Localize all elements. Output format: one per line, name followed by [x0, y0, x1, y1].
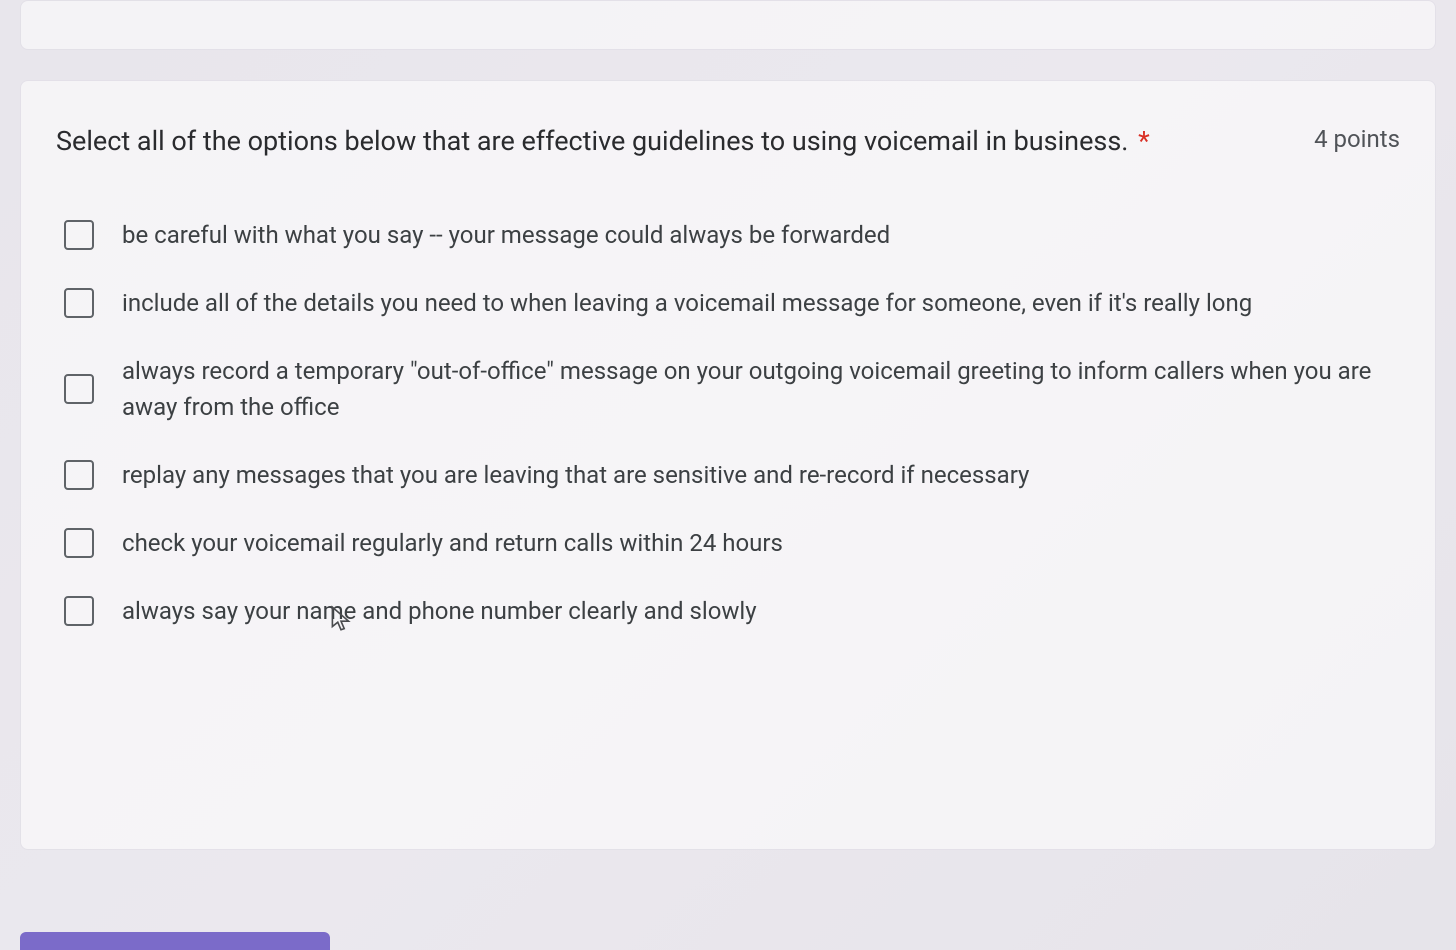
required-indicator: *	[1138, 125, 1150, 157]
option-label: replay any messages that you are leaving…	[122, 457, 1029, 493]
option-label: always record a temporary "out-of-office…	[122, 353, 1400, 425]
option-row[interactable]: replay any messages that you are leaving…	[64, 457, 1400, 493]
checkbox-icon[interactable]	[64, 288, 94, 318]
option-label: be careful with what you say -- your mes…	[122, 217, 890, 253]
checkbox-icon[interactable]	[64, 596, 94, 626]
points-label: 4 points	[1314, 121, 1400, 153]
option-label: always say your name and phone number cl…	[122, 593, 757, 629]
question-prompt: Select all of the options below that are…	[56, 121, 1284, 162]
option-row[interactable]: always record a temporary "out-of-office…	[64, 353, 1400, 425]
card-gap	[0, 50, 1456, 80]
checkbox-icon[interactable]	[64, 528, 94, 558]
footer-accent-bar	[20, 932, 330, 950]
checkbox-icon[interactable]	[64, 374, 94, 404]
checkbox-icon[interactable]	[64, 220, 94, 250]
checkbox-icon[interactable]	[64, 460, 94, 490]
option-row[interactable]: always say your name and phone number cl…	[64, 593, 1400, 629]
option-label: include all of the details you need to w…	[122, 285, 1252, 321]
question-header: Select all of the options below that are…	[56, 121, 1400, 162]
option-row[interactable]: include all of the details you need to w…	[64, 285, 1400, 321]
question-text-content: Select all of the options below that are…	[56, 125, 1128, 157]
options-list: be careful with what you say -- your mes…	[56, 217, 1400, 629]
option-row[interactable]: be careful with what you say -- your mes…	[64, 217, 1400, 253]
question-card: Select all of the options below that are…	[20, 80, 1436, 850]
previous-question-card	[20, 0, 1436, 50]
option-row[interactable]: check your voicemail regularly and retur…	[64, 525, 1400, 561]
option-label: check your voicemail regularly and retur…	[122, 525, 783, 561]
